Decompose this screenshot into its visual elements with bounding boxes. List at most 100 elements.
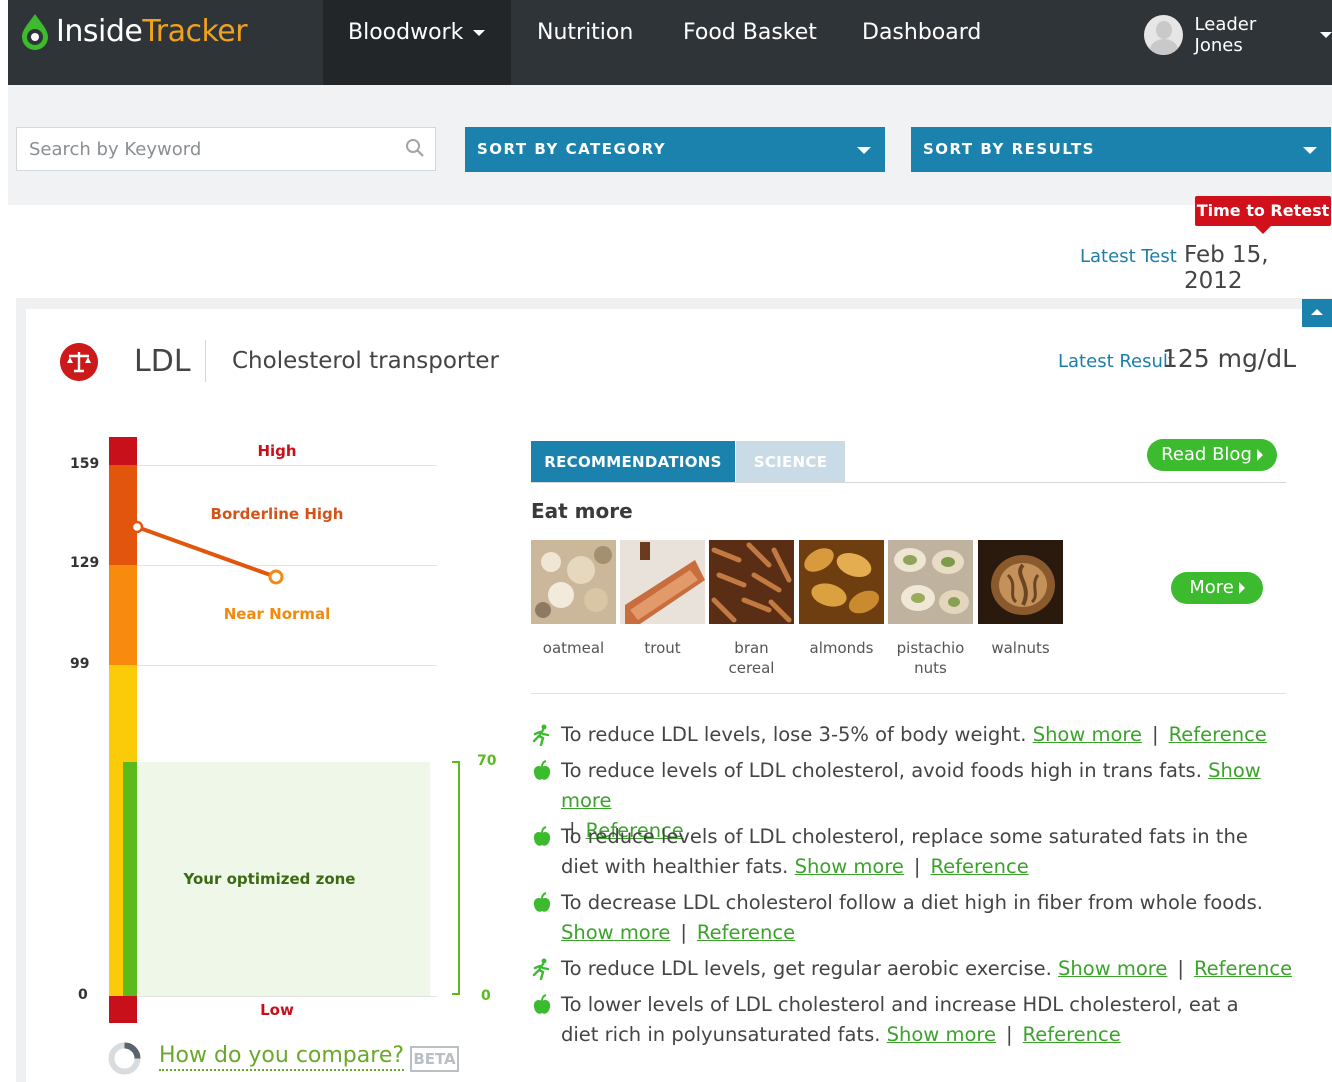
gridline (137, 996, 437, 997)
nav-bloodwork-label: Bloodwork (348, 20, 464, 45)
more-foods-button[interactable]: More (1171, 572, 1263, 604)
food-item-trout[interactable]: trout (620, 540, 705, 658)
beta-badge: BETA (410, 1046, 459, 1072)
logo-text-tracker: Tracker (142, 13, 248, 49)
divider (205, 340, 206, 382)
tick-label: 159 (70, 456, 100, 472)
reference-link[interactable]: Reference (1169, 723, 1267, 746)
tab-recommendations[interactable]: RECOMMENDATIONS (531, 441, 735, 482)
recommendation-text: To decrease LDL cholesterol follow a die… (561, 891, 1263, 914)
sort-results-label: SORT BY RESULTS (923, 140, 1095, 158)
apple-icon (533, 760, 551, 780)
chevron-right-icon (1256, 449, 1263, 461)
divider (531, 693, 1286, 694)
sort-by-results-dropdown[interactable]: SORT BY RESULTS (911, 127, 1331, 172)
show-more-link[interactable]: Show more (887, 1023, 996, 1046)
latest-test-label: Latest Test (1080, 246, 1177, 267)
logo-text: InsideTracker (56, 13, 248, 49)
food-item-walnuts[interactable]: walnuts (978, 540, 1063, 658)
zone-label-low: Low (260, 1001, 294, 1019)
food-name: walnuts (991, 639, 1050, 657)
food-item-pistachio-nuts[interactable]: pistachio nuts (888, 540, 973, 678)
eat-more-heading: Eat more (531, 499, 633, 523)
previous-result-point (130, 520, 144, 534)
recommendation-text: To reduce LDL levels, lose 3-5% of body … (561, 723, 1027, 746)
separator: | (680, 921, 687, 944)
food-item-almonds[interactable]: almonds (799, 540, 884, 658)
apple-icon (533, 826, 551, 846)
collapse-button[interactable] (1302, 299, 1332, 327)
sort-by-category-dropdown[interactable]: SORT BY CATEGORY (465, 127, 885, 172)
walnuts-image (978, 540, 1063, 624)
chevron-right-icon (1238, 582, 1245, 594)
show-more-link[interactable]: Show more (1033, 723, 1142, 746)
reference-link[interactable]: Reference (1023, 1023, 1121, 1046)
sort-category-label: SORT BY CATEGORY (477, 140, 667, 158)
recommendation-text: To reduce levels of LDL cholesterol, rep… (561, 825, 1248, 878)
chevron-down-icon (1303, 147, 1317, 154)
apple-icon (533, 994, 551, 1014)
search-placeholder: Search by Keyword (29, 139, 202, 160)
show-more-link[interactable]: Show more (561, 921, 670, 944)
gridline (137, 665, 437, 666)
food-item-oatmeal[interactable]: oatmeal (531, 540, 616, 658)
chevron-down-icon (857, 147, 871, 154)
food-name: pistachio nuts (896, 639, 965, 677)
separator: | (1005, 1023, 1013, 1046)
reference-link[interactable]: Reference (931, 855, 1029, 878)
logo-text-inside: Inside (56, 13, 143, 49)
tick-label: 99 (70, 656, 90, 672)
latest-result-label: Latest Result (1058, 351, 1175, 372)
food-name: oatmeal (542, 639, 605, 657)
user-name: Leader Jones (1194, 14, 1257, 56)
separator: | (1177, 957, 1184, 980)
chevron-down-icon (1320, 32, 1332, 38)
recommendation-item: To reduce levels of LDL cholesterol, rep… (531, 822, 1301, 882)
recommendation-text: To reduce levels of LDL cholesterol, avo… (561, 759, 1202, 782)
read-blog-button[interactable]: Read Blog (1147, 439, 1277, 471)
zone-label-high: High (257, 442, 297, 460)
insidetracker-logo[interactable]: InsideTracker (18, 12, 248, 50)
exercise-icon (532, 958, 550, 980)
result-trend-line (130, 520, 284, 585)
food-name: almonds (809, 639, 874, 657)
user-menu[interactable]: Leader Jones (1144, 14, 1332, 56)
search-input[interactable]: Search by Keyword (16, 127, 436, 171)
scale-icon (60, 343, 98, 381)
read-blog-label: Read Blog (1161, 444, 1252, 465)
chevron-down-icon (473, 30, 486, 36)
oatmeal-image (531, 540, 616, 624)
how-do-you-compare-link[interactable]: How do you compare? (159, 1043, 405, 1071)
recommendation-item: To reduce LDL levels, get regular aerobi… (531, 954, 1301, 984)
time-to-retest-badge[interactable]: Time to Retest (1195, 196, 1331, 234)
nav-bloodwork[interactable]: Bloodwork (323, 0, 511, 85)
nav-dashboard[interactable]: Dashboard (862, 0, 981, 85)
optimized-upper-label: 70 (477, 753, 497, 769)
optimized-zone-bar (123, 762, 137, 996)
top-navigation-bar: InsideTracker Bloodwork Nutrition Food B… (8, 0, 1332, 85)
gauge-segment-high (109, 437, 137, 465)
nav-nutrition[interactable]: Nutrition (537, 0, 633, 85)
tab-science[interactable]: SCIENCE (736, 441, 845, 482)
tick-label: 129 (70, 555, 100, 571)
more-label: More (1189, 577, 1234, 598)
separator: | (1152, 723, 1159, 746)
gauge-segment-low (109, 996, 137, 1023)
filter-bar: Search by Keyword SORT BY CATEGORY SORT … (8, 85, 1332, 205)
bran-cereal-image (709, 540, 794, 624)
show-more-link[interactable]: Show more (1058, 957, 1167, 980)
search-icon[interactable] (405, 138, 425, 158)
optimized-lower-label: 0 (481, 988, 491, 1004)
recommendation-item: To lower levels of LDL cholesterol and i… (531, 990, 1301, 1050)
latest-result-value: 125 mg/dL (1162, 344, 1297, 373)
reference-link[interactable]: Reference (697, 921, 795, 944)
gridline (137, 465, 437, 466)
apple-icon (533, 892, 551, 912)
reference-link[interactable]: Reference (1194, 957, 1292, 980)
recommendation-item: To reduce LDL levels, lose 3-5% of body … (531, 720, 1301, 750)
food-item-bran-cereal[interactable]: bran cereal (709, 540, 794, 678)
trout-image (620, 540, 705, 624)
show-more-link[interactable]: Show more (795, 855, 904, 878)
nav-food-basket[interactable]: Food Basket (683, 0, 817, 85)
separator: | (913, 855, 921, 878)
